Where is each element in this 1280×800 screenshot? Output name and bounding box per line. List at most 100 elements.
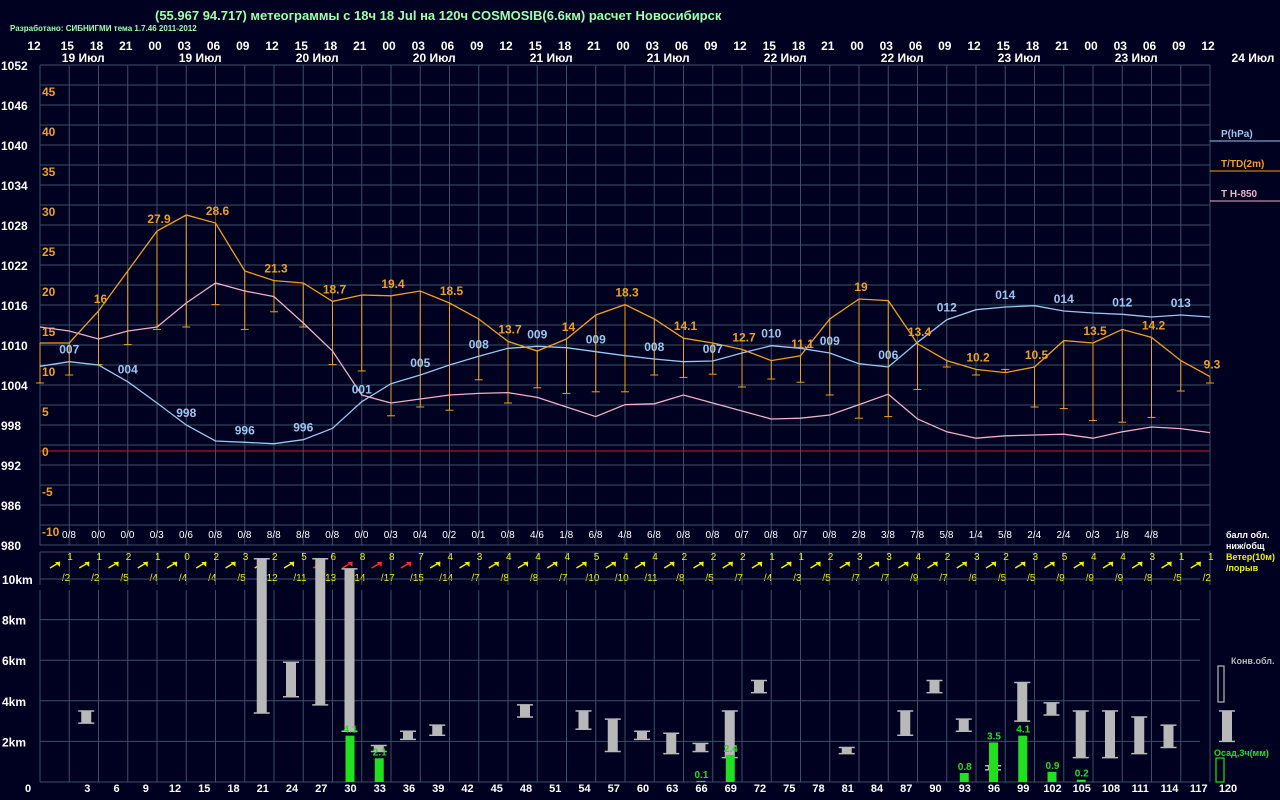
forecast-hour-label: 114: [1161, 783, 1180, 795]
pressure-tick-label: 986: [1, 499, 21, 513]
wind-speed-value: 5: [301, 552, 307, 563]
cloud-cover-value: 0/8: [823, 530, 837, 541]
temperature-value-label: 10.2: [966, 350, 990, 364]
wind-speed-value: 4: [564, 552, 570, 563]
cloud-cover-value: 0/3: [384, 530, 398, 541]
temp-tick-label: 40: [42, 125, 56, 139]
forecast-hour-label: 27: [315, 783, 327, 795]
hour-tick-label: 09: [938, 39, 952, 53]
precipitation-bar: [989, 742, 998, 782]
hour-tick-label: 00: [148, 39, 162, 53]
wind-speed-value: 2: [1003, 552, 1009, 563]
convective-cloud-bar: [1105, 710, 1115, 758]
temperature-value-label: 12.7: [732, 330, 756, 344]
hour-tick-label: 21: [587, 39, 601, 53]
cloud-cover-value: 5/8: [998, 530, 1012, 541]
cloud-cover-value: 0/8: [676, 530, 690, 541]
wind-speed-value: 2: [272, 552, 278, 563]
precipitation-value-label: 0.2: [1075, 769, 1089, 780]
cloud-cover-value: 0/8: [706, 530, 720, 541]
convective-cloud-bar: [1075, 710, 1086, 758]
forecast-hour-label: 117: [1190, 783, 1208, 795]
cloud-cover-value: 0/1: [472, 530, 486, 541]
cloud-cover-value: 0/4: [413, 530, 427, 541]
pressure-tick-label: 1010: [1, 339, 28, 353]
forecast-hour-label: 42: [461, 783, 473, 795]
temp-tick-label: 35: [42, 165, 56, 179]
forecast-hour-label: 54: [578, 783, 591, 795]
pressure-tick-label: 1040: [1, 139, 28, 153]
temperature-value-label: 28.6: [206, 204, 230, 218]
forecast-hour-label: 84: [871, 783, 884, 795]
hour-tick-label: 21: [119, 39, 133, 53]
wind-speed-value: 6: [330, 552, 336, 563]
pressure-tick-label: 1028: [1, 219, 28, 233]
pressure-tick-label: 1052: [1, 59, 28, 73]
wind-gust-value: /2: [1203, 573, 1212, 584]
cloud-cover-value: 0/0: [355, 530, 369, 541]
hour-tick-label: 00: [382, 39, 396, 53]
date-label: 21 Июл: [530, 51, 573, 65]
altitude-tick-label: 6km: [2, 654, 26, 668]
hour-tick-label: 12: [967, 39, 981, 53]
legend-label: T/TD(2m): [1221, 159, 1264, 170]
temp-tick-label: 45: [42, 85, 56, 99]
convective-cloud-bar: [929, 680, 940, 693]
wind-speed-value: 1: [155, 552, 161, 563]
forecast-hour-label: 18: [227, 783, 239, 795]
temp-tick-label: -5: [42, 485, 53, 499]
cloud-cover-value: 7/8: [910, 530, 924, 541]
precipitation-value-label: 2.4: [724, 744, 738, 755]
wind-speed-value: 3: [974, 552, 980, 563]
temp-tick-label: 30: [42, 205, 56, 219]
convective-cloud-bar: [695, 743, 706, 752]
cloud-cover-value: 4/8: [618, 530, 632, 541]
forecast-hour-label: 87: [900, 783, 912, 795]
pressure-value-label: 012: [937, 301, 957, 315]
wind-speed-value: 2: [945, 552, 951, 563]
cloud-cover-value: 1/8: [559, 530, 573, 541]
precipitation-bar: [725, 754, 735, 782]
wind-speed-value: 1: [769, 552, 775, 563]
pressure-tick-label: 1022: [1, 259, 28, 273]
convective-cloud-bar: [344, 568, 355, 732]
cloud-cover-value: 6/8: [647, 530, 661, 541]
cloud-cover-value: 0/0: [91, 530, 105, 541]
date-label: 23 Июл: [1115, 51, 1158, 65]
temperature-value-label: 19: [854, 280, 868, 294]
precipitation-bar: [1018, 735, 1028, 782]
cloud-cover-value: 2/8: [852, 530, 866, 541]
wind-speed-value: 4: [535, 552, 541, 563]
forecast-hour-label: 102: [1043, 783, 1061, 795]
wind-speed-value: 5: [594, 552, 600, 563]
cloud-cover-value: 0/0: [121, 530, 135, 541]
precipitation-bar: [345, 735, 355, 782]
pressure-value-label: 009: [527, 327, 547, 341]
pressure-value-label: 010: [761, 327, 781, 341]
forecast-hour-label: 72: [754, 783, 766, 795]
convective-cloud-bar: [432, 725, 443, 736]
convective-cloud-bar: [1163, 725, 1174, 748]
hour-tick-label: 00: [616, 39, 630, 53]
cloud-cover-value: 0/8: [501, 530, 515, 541]
convective-cloud-bar: [256, 558, 267, 713]
precipitation-value-label: 4.1: [344, 725, 358, 736]
wind-speed-value: 2: [828, 552, 834, 563]
precipitation-value-label: 0.9: [1046, 761, 1060, 772]
legend-label: P(hPa): [1221, 129, 1253, 140]
pressure-value-label: 007: [59, 343, 79, 357]
pressure-value-label: 006: [878, 348, 898, 362]
date-label: 19 Июл: [179, 51, 222, 65]
temperature-value-label: 21.3: [264, 262, 288, 276]
precipitation-bar: [374, 758, 384, 782]
pressure-value-label: 007: [703, 342, 723, 356]
forecast-hour-label: 111: [1132, 783, 1149, 795]
wind-speed-value: 2: [711, 552, 717, 563]
temperature-value-label: 13.5: [1083, 324, 1107, 338]
pressure-value-label: 008: [469, 337, 489, 351]
wind-speed-value: 4: [915, 552, 921, 563]
wind-speed-value: 4: [623, 552, 629, 563]
forecast-hour-label: 9: [143, 783, 149, 795]
convective-cloud-bar: [1017, 682, 1028, 722]
temperature-value-label: 14.1: [674, 319, 698, 333]
